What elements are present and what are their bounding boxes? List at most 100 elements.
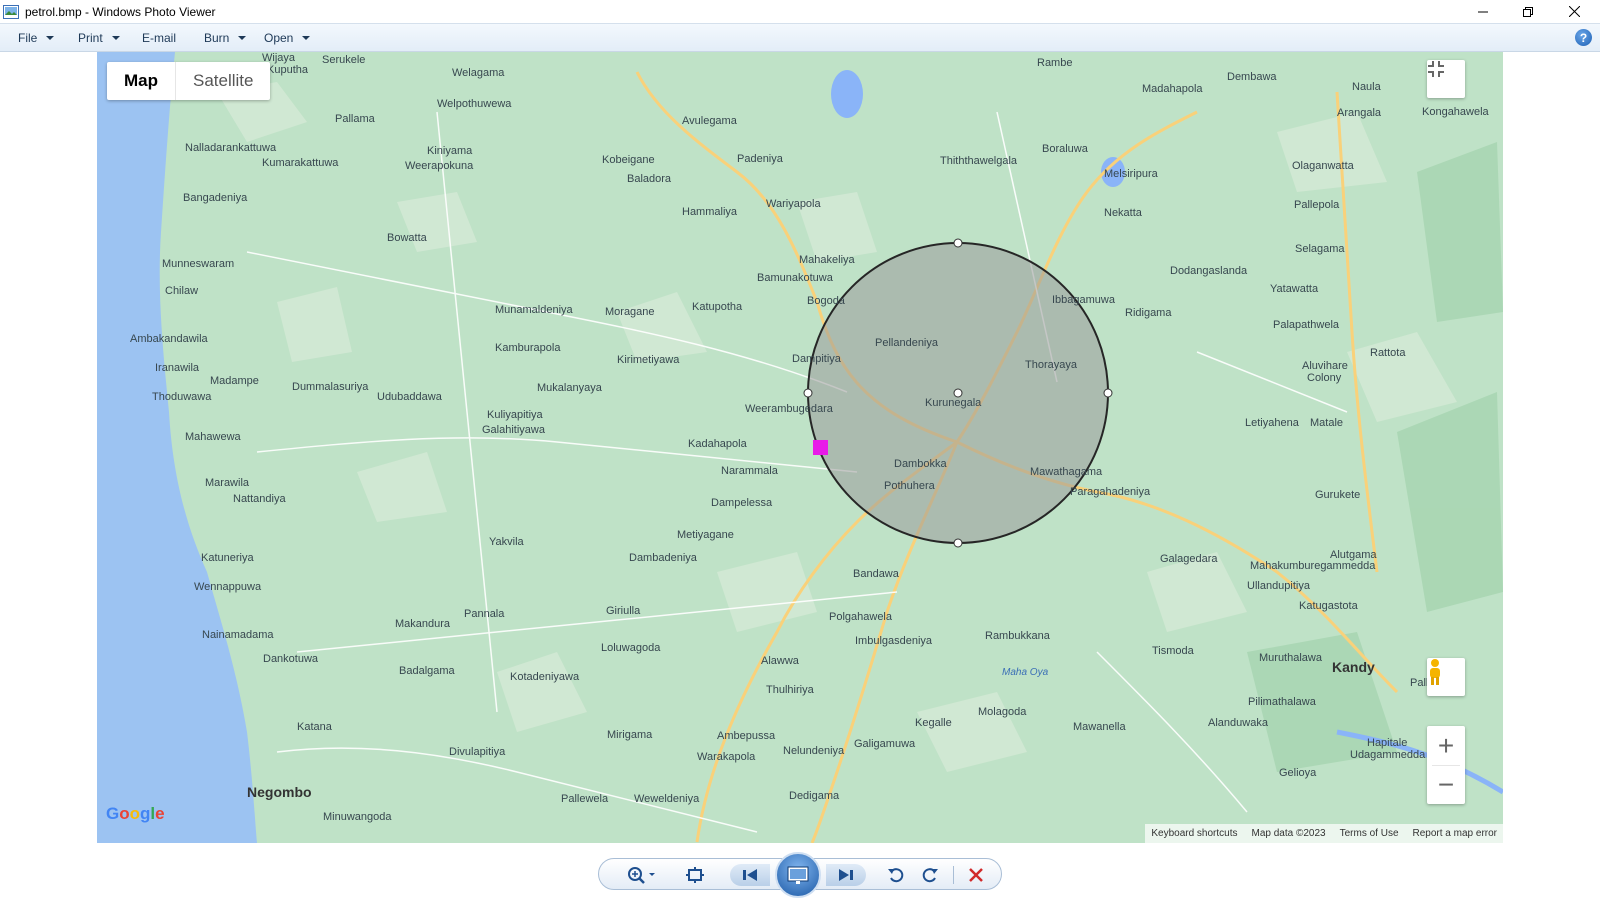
menu-email[interactable]: E-mail — [142, 24, 176, 52]
restore-icon[interactable] — [1506, 0, 1550, 23]
place-label: Pothuhera — [884, 480, 936, 492]
minimize-icon[interactable] — [1461, 0, 1505, 23]
place-label: Marawila — [205, 477, 250, 489]
report-map-error-link[interactable]: Report a map error — [1413, 828, 1497, 839]
place-label: Mahakumburegammedda — [1250, 560, 1376, 572]
place-label: Divulapitiya — [449, 746, 506, 758]
zoom-out-button[interactable]: − — [1438, 766, 1454, 804]
menu-print-label: Print — [78, 31, 103, 45]
actual-size-icon[interactable] — [683, 864, 707, 886]
place-label: Avulegama — [682, 115, 738, 127]
place-label: Kotadeniyawa — [510, 671, 580, 683]
keyboard-shortcuts-link[interactable]: Keyboard shortcuts — [1151, 828, 1237, 839]
place-label: Mawanella — [1073, 721, 1126, 733]
fullscreen-button[interactable] — [1427, 60, 1465, 98]
close-icon[interactable] — [1552, 0, 1596, 23]
place-label: Colony — [1307, 372, 1342, 384]
place-label: Rattota — [1370, 347, 1406, 359]
map-data-credit: Map data ©2023 — [1251, 828, 1326, 839]
place-label: Dambadeniya — [629, 552, 698, 564]
lake — [831, 70, 863, 118]
place-label: Nekatta — [1104, 207, 1143, 219]
next-icon[interactable] — [826, 864, 866, 886]
slideshow-icon[interactable] — [775, 852, 821, 898]
place-label: Letiyahena — [1245, 417, 1300, 429]
zoom-icon[interactable] — [624, 864, 660, 886]
place-label: Katana — [297, 721, 333, 733]
menu-open-label: Open — [264, 31, 294, 45]
place-label: Mawathagama — [1030, 466, 1103, 478]
place-label: Paragahadeniya — [1070, 486, 1151, 498]
place-label: Olaganwatta — [1292, 160, 1355, 172]
place-label: Moragane — [605, 306, 655, 318]
delete-icon[interactable] — [965, 864, 987, 886]
map-type-satellite-button[interactable]: Satellite — [176, 62, 270, 100]
place-label: Munamaldeniya — [495, 304, 574, 316]
place-label: Alawwa — [761, 655, 800, 667]
place-label: Udagammedda — [1350, 749, 1426, 761]
place-label: Nainamadama — [202, 629, 274, 641]
place-label: Chilaw — [165, 285, 198, 297]
help-icon[interactable]: ? — [1575, 29, 1592, 46]
place-label: Negombo — [247, 784, 312, 800]
place-label: Kandy — [1332, 659, 1375, 675]
zoom-in-button[interactable]: + — [1438, 727, 1454, 765]
place-label: Palapathwela — [1273, 319, 1340, 331]
street-view-pegman[interactable] — [1427, 658, 1465, 696]
place-label: Kegalle — [915, 717, 952, 729]
place-label: Badalgama — [399, 665, 456, 677]
place-label: Gelioya — [1279, 767, 1317, 779]
place-label: Pallepola — [1294, 199, 1340, 211]
zoom-control: + − — [1427, 726, 1465, 804]
place-label: Dummalasuriya — [292, 381, 369, 393]
menu-burn[interactable]: Burn — [204, 24, 247, 52]
place-label: Galigamuwa — [854, 738, 916, 750]
menu-open[interactable]: Open — [264, 24, 311, 52]
place-label: Selagama — [1295, 243, 1345, 255]
previous-icon[interactable] — [730, 864, 770, 886]
terms-of-use-link[interactable]: Terms of Use — [1340, 828, 1399, 839]
place-label: Ridigama — [1125, 307, 1172, 319]
google-logo: Google — [106, 804, 165, 823]
place-label: Nalladarankattuwa — [185, 142, 277, 154]
toolbar-separator — [953, 866, 954, 884]
place-label: Bamunakotuwa — [757, 272, 834, 284]
place-label: Kurunegala — [925, 397, 982, 409]
menu-file[interactable]: File — [18, 24, 55, 52]
place-label: Nattandiya — [233, 493, 286, 505]
place-label: Polgahawela — [829, 611, 893, 623]
sea-area — [97, 52, 257, 843]
place-label: Pellandeniya — [875, 337, 939, 349]
place-label: Ullandupitiya — [1247, 580, 1311, 592]
place-label: Weerambugedara — [745, 403, 834, 415]
place-label: Weerapokuna — [405, 160, 474, 172]
rotate-left-icon[interactable] — [885, 864, 907, 886]
rotate-right-icon[interactable] — [919, 864, 941, 886]
window-title: petrol.bmp - Windows Photo Viewer — [25, 4, 216, 19]
place-label: Narammala — [721, 465, 779, 477]
place-label: Kongahawela — [1422, 106, 1490, 118]
place-label: Mahakeliya — [799, 254, 856, 266]
map-type-map-button[interactable]: Map — [107, 62, 176, 100]
place-label: Katuneriya — [201, 552, 254, 564]
pegman-icon — [1430, 659, 1440, 685]
place-label: Wennappuwa — [194, 581, 262, 593]
map-type-control: Map Satellite — [107, 62, 271, 100]
place-label: Mahawewa — [185, 431, 242, 443]
place-label: Bangadeniya — [183, 192, 248, 204]
place-label: Ambakandawila — [130, 333, 209, 345]
menu-email-label: E-mail — [142, 31, 177, 45]
place-label: Kobeigane — [602, 154, 655, 166]
place-label: Muruthalawa — [1259, 652, 1323, 664]
chevron-down-icon — [46, 36, 55, 40]
place-label: Rambe — [1037, 57, 1072, 69]
menu-print[interactable]: Print — [78, 24, 120, 52]
place-label: Pilimathalawa — [1248, 696, 1317, 708]
place-label: Makandura — [395, 618, 451, 630]
place-label: Dedigama — [789, 790, 840, 802]
place-label: Tismoda — [1152, 645, 1195, 657]
location-marker — [813, 440, 828, 455]
place-label: Kuputha — [267, 64, 309, 76]
exit-fullscreen-icon — [1428, 61, 1444, 77]
place-label: Rambukkana — [985, 630, 1051, 642]
